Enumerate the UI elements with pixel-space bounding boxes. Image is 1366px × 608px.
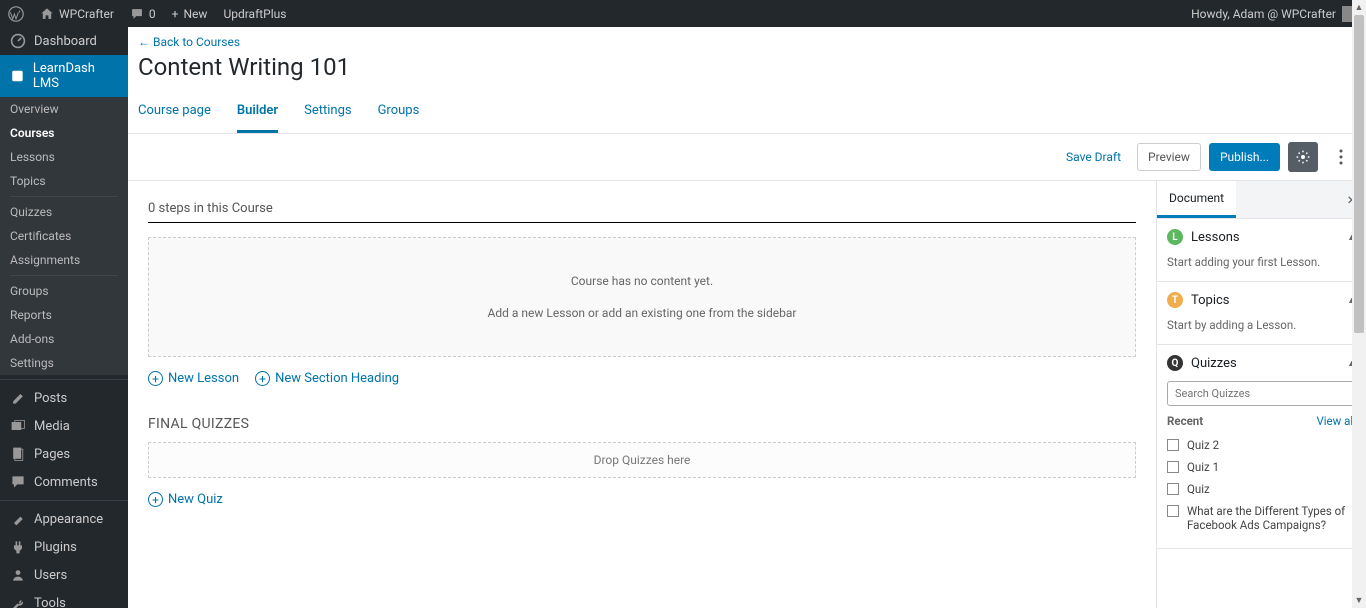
quiz-item[interactable]: What are the Different Types of Facebook… <box>1167 500 1356 536</box>
recent-label: Recent <box>1167 414 1203 428</box>
panel-topics-toggle[interactable]: T Topics ▲ <box>1157 282 1366 318</box>
admin-sidebar: Dashboard LearnDash LMS Overview Courses… <box>0 27 128 608</box>
new-section-button[interactable]: +New Section Heading <box>255 371 399 386</box>
sub-certificates[interactable]: Certificates <box>0 224 128 248</box>
sub-reports[interactable]: Reports <box>0 303 128 327</box>
panel-tab-document[interactable]: Document <box>1157 181 1236 218</box>
tab-course-page[interactable]: Course page <box>138 93 211 133</box>
menu-appearance[interactable]: Appearance <box>0 505 128 533</box>
quiz-item[interactable]: Quiz 2 <box>1167 434 1356 456</box>
right-panel: Document × L Lessons ▲ Start adding your… <box>1156 181 1366 608</box>
panel-topics-body: Start by adding a Lesson. <box>1157 318 1366 344</box>
plus-icon: + <box>148 492 163 507</box>
topics-icon: T <box>1167 292 1183 308</box>
comments-link[interactable]: 0 <box>130 7 156 21</box>
lessons-icon: L <box>1167 229 1183 245</box>
menu-comments[interactable]: Comments <box>0 468 128 496</box>
sub-courses[interactable]: Courses <box>0 121 128 145</box>
page-scrollbar[interactable]: ▲ ▼ <box>1352 0 1366 608</box>
menu-tools[interactable]: Tools <box>0 589 128 608</box>
quiz-search-input[interactable] <box>1167 381 1356 406</box>
scroll-down-arrow[interactable]: ▼ <box>1353 593 1366 608</box>
new-quiz-button[interactable]: +New Quiz <box>148 492 223 507</box>
quizzes-icon: Q <box>1167 355 1183 371</box>
preview-button[interactable]: Preview <box>1137 143 1201 171</box>
quiz-item[interactable]: Quiz 1 <box>1167 456 1356 478</box>
sub-quizzes[interactable]: Quizzes <box>0 200 128 224</box>
steps-count: 0 steps in this Course <box>148 201 1136 223</box>
updraft-link[interactable]: UpdraftPlus <box>223 7 286 21</box>
sub-overview[interactable]: Overview <box>0 97 128 121</box>
menu-pages[interactable]: Pages <box>0 440 128 468</box>
settings-button[interactable] <box>1288 142 1318 172</box>
page-title: Content Writing 101 <box>128 49 1366 93</box>
quiz-dropzone[interactable]: Drop Quizzes here <box>148 442 1136 478</box>
panel-lessons-body: Start adding your first Lesson. <box>1157 255 1366 281</box>
site-link[interactable]: WPCrafter <box>40 7 114 21</box>
checkbox[interactable] <box>1167 439 1179 451</box>
admin-bar: WPCrafter 0 + New UpdraftPlus Howdy, Ada… <box>0 0 1366 27</box>
new-lesson-button[interactable]: +New Lesson <box>148 371 239 386</box>
tab-settings[interactable]: Settings <box>304 93 351 133</box>
main-content: ← Back to Courses Content Writing 101 Co… <box>128 27 1366 608</box>
actions-row: Save Draft Preview Publish... <box>128 134 1366 181</box>
view-all-link[interactable]: View all <box>1316 414 1356 428</box>
menu-users[interactable]: Users <box>0 561 128 589</box>
checkbox[interactable] <box>1167 483 1179 495</box>
plus-icon: + <box>255 371 270 386</box>
sub-topics[interactable]: Topics <box>0 169 128 193</box>
learndash-submenu: Overview Courses Lessons Topics Quizzes … <box>0 97 128 375</box>
panel-quizzes-toggle[interactable]: Q Quizzes ▲ <box>1157 345 1366 381</box>
sub-lessons[interactable]: Lessons <box>0 145 128 169</box>
menu-learndash[interactable]: LearnDash LMS <box>0 55 128 97</box>
scroll-up-arrow[interactable]: ▲ <box>1353 0 1366 15</box>
course-tabs: Course page Builder Settings Groups <box>138 93 1356 133</box>
panel-lessons-toggle[interactable]: L Lessons ▲ <box>1157 219 1366 255</box>
save-draft-link[interactable]: Save Draft <box>1066 150 1121 164</box>
wp-logo[interactable] <box>8 6 24 22</box>
checkbox[interactable] <box>1167 461 1179 473</box>
final-quizzes-heading: FINAL QUIZZES <box>148 416 1136 432</box>
comments-count: 0 <box>149 7 156 21</box>
builder-area: 0 steps in this Course Course has no con… <box>128 181 1156 608</box>
menu-plugins[interactable]: Plugins <box>0 533 128 561</box>
sub-groups[interactable]: Groups <box>0 279 128 303</box>
plus-icon: + <box>148 371 163 386</box>
sub-assignments[interactable]: Assignments <box>0 248 128 272</box>
howdy-link[interactable]: Howdy, Adam @ WPCrafter <box>1191 6 1358 22</box>
checkbox[interactable] <box>1167 505 1179 517</box>
plus-icon: + <box>172 7 179 21</box>
tab-groups[interactable]: Groups <box>378 93 420 133</box>
sub-addons[interactable]: Add-ons <box>0 327 128 351</box>
site-name: WPCrafter <box>59 7 114 21</box>
content-dropzone[interactable]: Course has no content yet. Add a new Les… <box>148 237 1136 357</box>
sub-settings[interactable]: Settings <box>0 351 128 375</box>
menu-posts[interactable]: Posts <box>0 384 128 412</box>
tab-builder[interactable]: Builder <box>237 93 278 133</box>
publish-button[interactable]: Publish... <box>1209 143 1280 171</box>
back-to-courses[interactable]: ← Back to Courses <box>138 35 240 49</box>
quiz-item[interactable]: Quiz <box>1167 478 1356 500</box>
new-link[interactable]: + New <box>172 7 208 21</box>
menu-dashboard[interactable]: Dashboard <box>0 27 128 55</box>
menu-media[interactable]: Media <box>0 412 128 440</box>
scroll-thumb[interactable] <box>1354 15 1364 333</box>
